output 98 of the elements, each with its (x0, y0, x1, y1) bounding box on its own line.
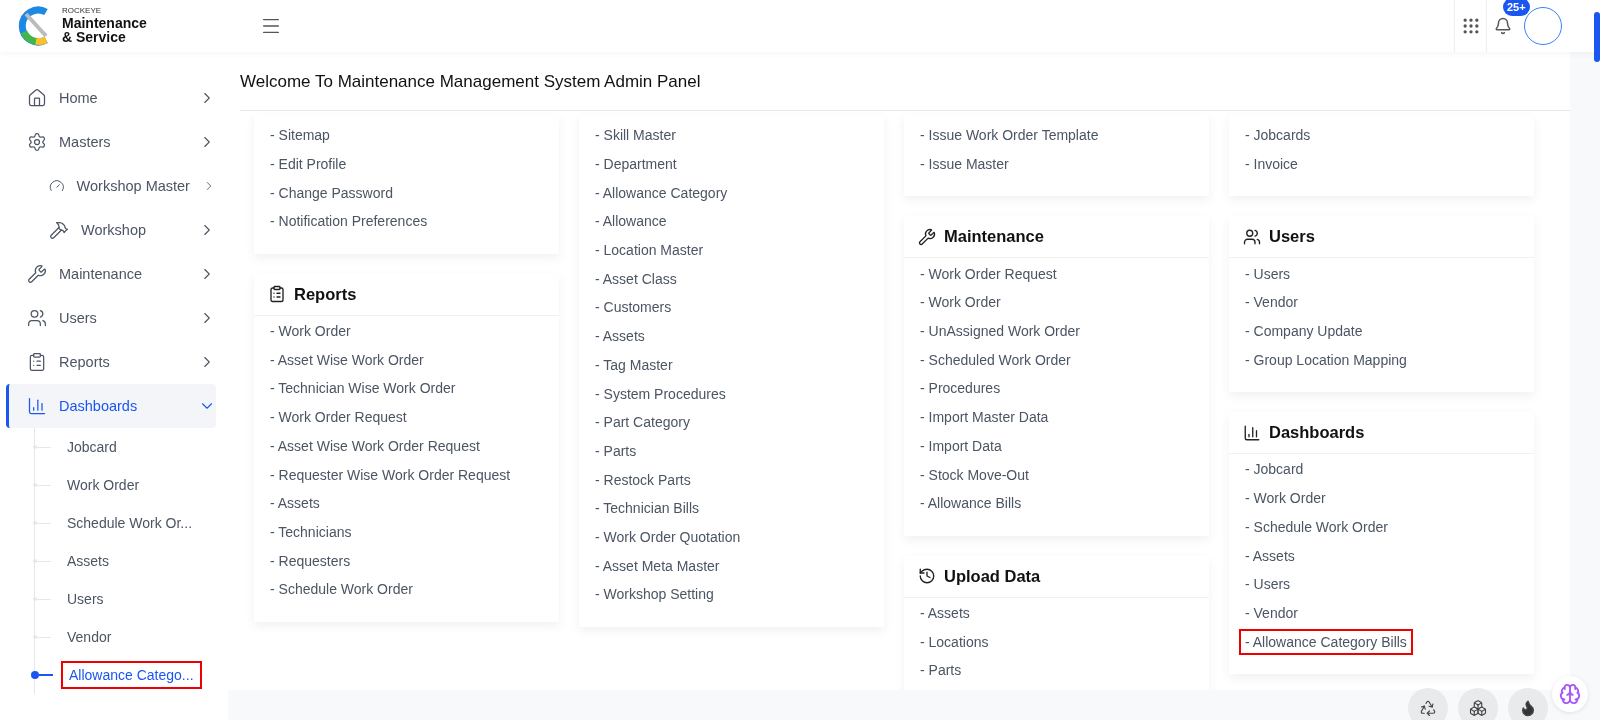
nav-link[interactable]: - Sitemap (264, 122, 336, 149)
nav-link[interactable]: - Vendor (1239, 599, 1304, 626)
bell-icon[interactable] (1493, 17, 1512, 35)
nav-link[interactable]: - Requesters (264, 547, 357, 574)
sidebar-subitem[interactable]: Schedule Work Or... (59, 509, 200, 537)
nav-link[interactable]: - Allowance Category Bills (1239, 628, 1413, 655)
nav-icon (27, 308, 47, 328)
section-icon (918, 227, 936, 246)
nav-link[interactable]: - Parts (589, 437, 643, 464)
nav-link[interactable]: - UnAssigned Work Order (914, 318, 1086, 345)
nav-link[interactable]: - Technicians (264, 518, 358, 545)
nav-link[interactable]: - Technician Bills (589, 495, 705, 522)
nav-link[interactable]: - Jobcard (1239, 456, 1310, 483)
nav-link[interactable]: - Change Password (264, 179, 399, 206)
sidebar-item[interactable]: Masters (6, 120, 216, 164)
avatar[interactable] (1524, 7, 1562, 45)
section-icon (918, 567, 936, 586)
card-title: Reports (294, 284, 357, 304)
nav-link[interactable]: - Edit Profile (264, 151, 353, 178)
sidebar-subitem[interactable]: Assets (59, 547, 117, 575)
nav-link[interactable]: - Tag Master (589, 351, 679, 378)
nav-link[interactable]: - Part Category (589, 409, 696, 436)
nav-link[interactable]: - Assets (589, 323, 651, 350)
nav-link[interactable]: - Users (1239, 571, 1297, 598)
section-icon (268, 285, 286, 304)
nav-link[interactable]: - Import Master Data (914, 404, 1055, 431)
nav-link[interactable]: - Invoice (1239, 151, 1304, 178)
nav-link[interactable]: - Issue Work Order Template (914, 122, 1105, 149)
nav-link[interactable]: - Group Location Mapping (1239, 346, 1413, 373)
brand-name: Maintenance (62, 15, 147, 31)
nav-link[interactable]: - Assets (264, 490, 326, 517)
nav-link[interactable]: - Import Data (914, 432, 1008, 459)
nav-link[interactable]: - Asset Class (589, 265, 683, 292)
nav-link[interactable]: - Allowance Bills (914, 490, 1028, 517)
nav-link[interactable]: - Assets (914, 599, 976, 626)
card-title: Maintenance (944, 227, 1044, 247)
nav-link[interactable]: - Locations (914, 628, 995, 655)
page-title: Welcome To Maintenance Management System Admin Panel (240, 52, 1570, 111)
sidebar-item[interactable]: Workshop Master (6, 164, 216, 208)
nav-link[interactable]: - Stock Move-Out (914, 461, 1035, 488)
sidebar-subitem[interactable]: Users (59, 585, 112, 613)
nav-link[interactable]: - Issue Master (914, 151, 1015, 178)
nav-link[interactable]: - Requester Wise Work Order Request (264, 461, 517, 488)
section-icon (1243, 423, 1261, 442)
nav-link[interactable]: - Asset Wise Work Order Request (264, 432, 486, 459)
nav-link[interactable]: - Technician Wise Work Order (264, 375, 462, 402)
nav-link[interactable]: - Work Order Request (264, 404, 413, 431)
nav-link[interactable]: - Location Master (589, 237, 710, 264)
sidebar-item[interactable]: Maintenance (6, 252, 216, 296)
sidebar-subitem[interactable]: Work Order (59, 471, 148, 499)
brand-tagline: ROCKEYE (62, 7, 103, 16)
nav-link[interactable]: - Scheduled Work Order (914, 346, 1077, 373)
nav-link[interactable]: - Jobcards (1239, 122, 1317, 149)
nav-link[interactable]: - Work Order (914, 289, 1007, 316)
nav-link[interactable]: - Workshop Setting (589, 581, 720, 608)
nav-link[interactable]: - Parts (914, 657, 968, 684)
nav-link[interactable]: - Assets (1239, 542, 1301, 569)
sidebar-item[interactable]: Workshop (6, 208, 216, 252)
nav-link[interactable]: - Allowance (589, 208, 673, 235)
card-title: Dashboards (1269, 423, 1365, 443)
card-title: Upload Data (944, 566, 1041, 586)
nav-link[interactable]: - Work Order Request (914, 260, 1063, 287)
nav-link[interactable]: - Procedures (914, 375, 1007, 402)
section-icon (1243, 227, 1261, 246)
nav-link[interactable]: - Department (589, 151, 683, 178)
nav-link[interactable]: - Customers (589, 294, 678, 321)
notification-badge: 25+ (1503, 0, 1530, 16)
nav-link[interactable]: - Allowance Category (589, 179, 734, 206)
nav-link[interactable]: - Asset Meta Master (589, 552, 726, 579)
card-title: Users (1269, 227, 1315, 247)
nav-link[interactable]: - Notification Preferences (264, 208, 434, 235)
nav-icon (27, 264, 47, 284)
nav-icon (49, 220, 69, 240)
brand-name: & Service (62, 30, 127, 45)
sidebar-item[interactable]: Users (6, 296, 216, 340)
nav-icon (27, 88, 47, 108)
nav-link[interactable]: - Schedule Work Order (1239, 513, 1394, 540)
nav-icon (27, 352, 47, 372)
sidebar-item[interactable]: Home (6, 76, 216, 120)
nav-link[interactable]: - Users (1239, 260, 1297, 287)
nav-link[interactable]: - System Procedures (589, 380, 732, 407)
nav-link[interactable]: - Vendor (1239, 289, 1304, 316)
sidebar-subitem[interactable]: Jobcard (59, 433, 125, 461)
sidebar-item[interactable]: Dashboards (6, 384, 216, 428)
nav-link[interactable]: - Asset Wise Work Order (264, 346, 430, 373)
scrollbar-thumb[interactable] (1594, 12, 1600, 62)
sidebar-subitem[interactable]: Vendor (59, 623, 120, 651)
sidebar-item[interactable]: Reports (6, 340, 216, 384)
nav-link[interactable]: - Work Order Quotation (589, 523, 747, 550)
nav-link[interactable]: - Work Order (1239, 485, 1332, 512)
nav-link[interactable]: - Schedule Work Order (264, 576, 419, 603)
nav-icon (27, 396, 47, 416)
nav-link[interactable]: - Company Update (1239, 318, 1369, 345)
nav-link[interactable]: - Work Order (264, 318, 357, 345)
sidebar-subitem[interactable]: Allowance Catego... (61, 661, 202, 689)
nav-link[interactable]: - Restock Parts (589, 466, 697, 493)
nav-link[interactable]: - Skill Master (589, 122, 682, 149)
nav-icon (27, 132, 47, 152)
